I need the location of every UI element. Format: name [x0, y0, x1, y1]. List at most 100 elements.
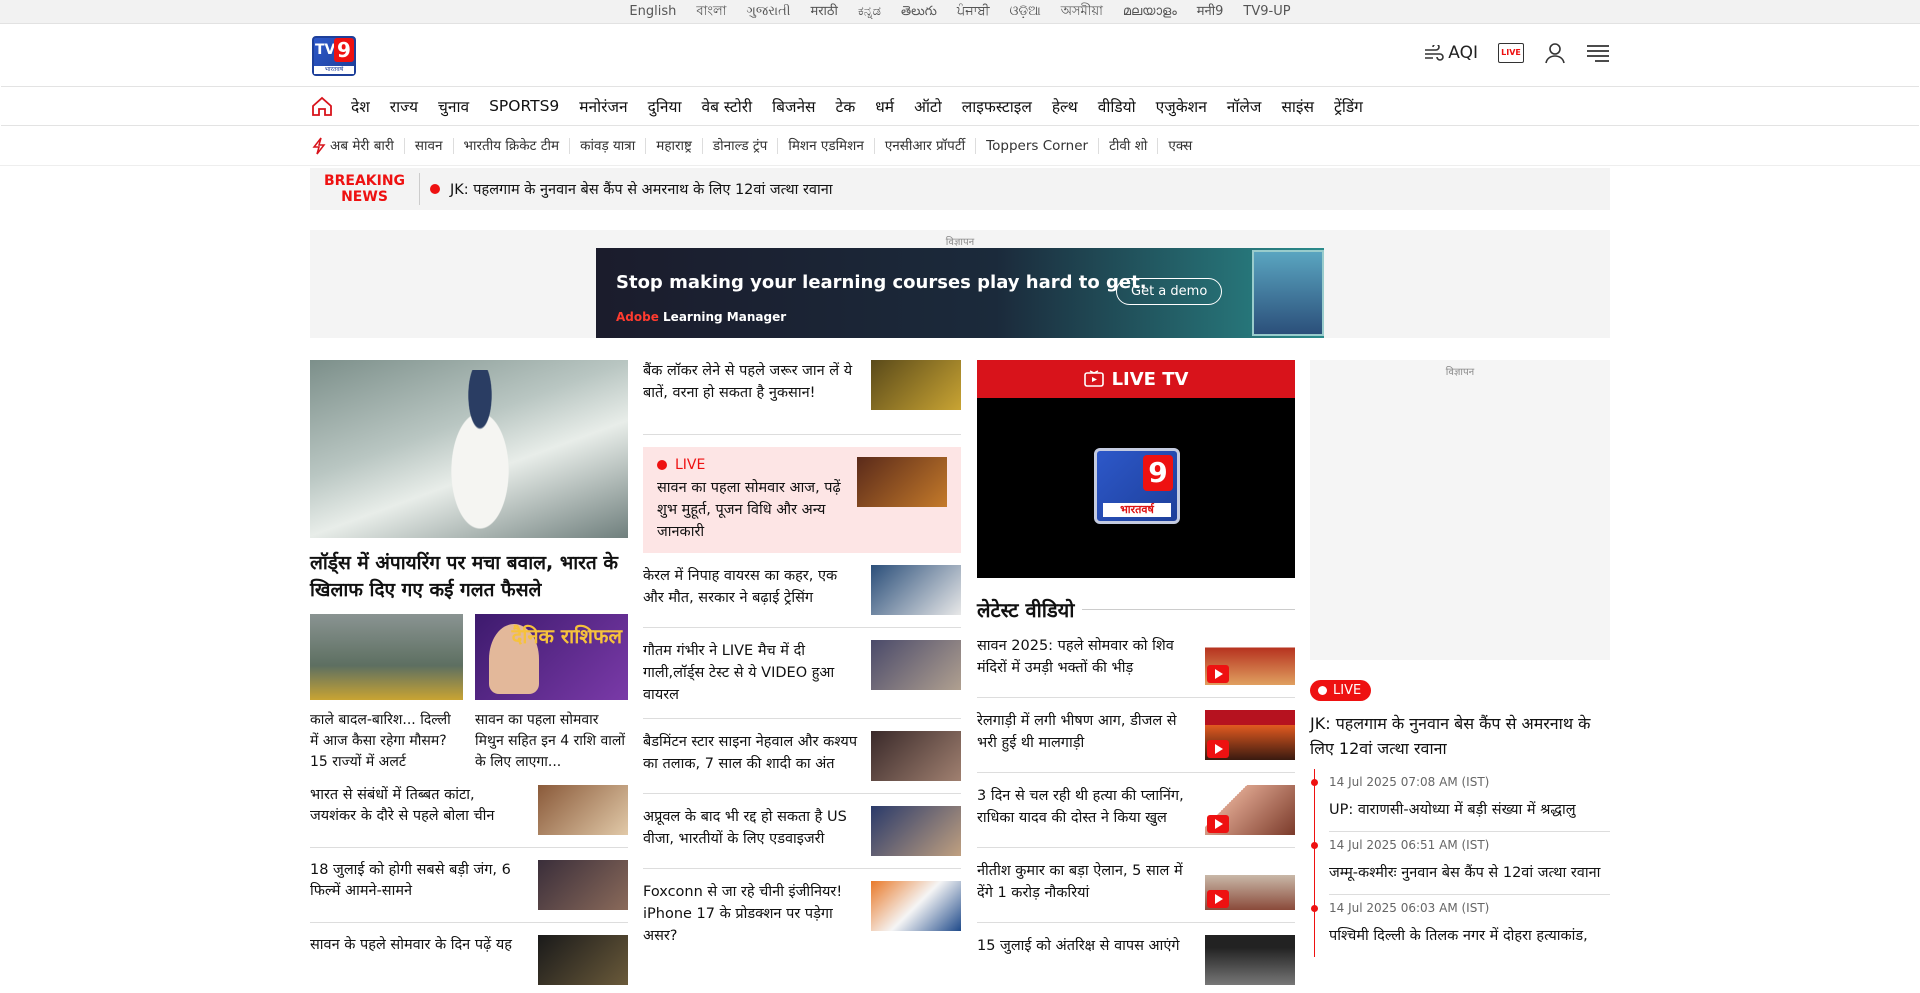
lang-link[interactable]: অসমীয়া: [1051, 0, 1113, 24]
live-tv-header[interactable]: LIVE TV: [977, 360, 1295, 398]
lang-link[interactable]: ଓଡ଼ିଆ: [1000, 0, 1051, 24]
video-item[interactable]: 3 दिन से चल रही थी हत्या की प्लानिंग, रा…: [977, 773, 1295, 848]
home-icon[interactable]: [311, 95, 333, 117]
news-list-column: बैंक लॉकर लेने से पहले जरूर जान लें ये ब…: [643, 360, 961, 971]
trending-item[interactable]: सावन: [403, 137, 453, 154]
card-thumbnail: [310, 614, 463, 700]
nav-item[interactable]: हेल्थ: [1042, 95, 1088, 117]
aqi-button[interactable]: AQI: [1424, 43, 1478, 63]
live-tv-player[interactable]: 9 भारतवर्ष: [977, 398, 1295, 578]
hero-headline[interactable]: लॉर्ड्स में अंपायरिंग पर मचा बवाल, भारत …: [310, 550, 628, 604]
tv9-logo[interactable]: TV 9 भारतवर्ष: [312, 36, 356, 76]
lang-link[interactable]: ਪੰਜਾਬੀ: [947, 0, 1000, 24]
list-item[interactable]: गौतम गंभीर ने LIVE मैच में दी गाली,लॉर्ड…: [643, 640, 961, 719]
list-item[interactable]: बैंक लॉकर लेने से पहले जरूर जान लें ये ब…: [643, 360, 961, 435]
list-item[interactable]: बैडमिंटन स्टार साइना नेहवाल और कश्यप का …: [643, 731, 961, 794]
video-title: रेलगाड़ी में लगी भीषण आग, डीजल से भरी हु…: [977, 713, 1177, 751]
timeline-entry[interactable]: 14 Jul 2025 07:08 AM (IST) UP: वाराणसी-अ…: [1311, 769, 1610, 832]
play-icon: [1207, 815, 1229, 833]
trending-item[interactable]: Toppers Corner: [975, 137, 1098, 154]
trending-item[interactable]: भारतीय क्रिकेट टीम: [452, 137, 570, 154]
live-tv-icon[interactable]: LIVE: [1498, 43, 1524, 63]
breaking-headline[interactable]: JK: पहलगाम के नुनवान बेस कैंप से अमरनाथ …: [450, 179, 833, 199]
ad-cta-button[interactable]: Get a demo: [1116, 278, 1223, 305]
list-item-thumbnail: [871, 806, 961, 856]
lang-link[interactable]: తెలుగు: [891, 0, 947, 24]
trending-item[interactable]: टीवी शो: [1098, 137, 1157, 154]
nav-item[interactable]: वेब स्टोरी: [691, 95, 762, 117]
main-nav: देश राज्य चुनाव SPORTS9 मनोरंजन दुनिया व…: [1, 86, 1919, 126]
list-item[interactable]: केरल में निपाह वायरस का कहर, एक और मौत, …: [643, 565, 961, 628]
lang-link[interactable]: বাংলা: [686, 0, 736, 24]
video-item[interactable]: सावन 2025: पहले सोमवार को शिव मंदिरों मे…: [977, 623, 1295, 698]
nav-item[interactable]: धर्म: [865, 95, 904, 117]
trending-item[interactable]: अब मेरी बारी: [326, 138, 404, 154]
breaking-label: BREAKING NEWS: [310, 173, 420, 205]
ad-banner[interactable]: Stop making your learning courses play h…: [596, 248, 1324, 338]
trending-item[interactable]: महाराष्ट्र: [645, 137, 702, 154]
menu-icon[interactable]: [1586, 44, 1610, 62]
video-title: 15 जुलाई को अंतरिक्ष से वापस आएंगे: [977, 938, 1180, 954]
play-icon: [1207, 740, 1229, 758]
nav-item[interactable]: साइंस: [1271, 95, 1324, 117]
nav-item[interactable]: लाइफस्टाइल: [952, 95, 1042, 117]
ad-label: विज्ञापन: [1445, 367, 1475, 378]
lang-link[interactable]: मराठी: [800, 0, 847, 24]
live-blog-title[interactable]: JK: पहलगाम के नुनवान बेस कैंप से अमरनाथ …: [1310, 711, 1610, 761]
nav-item[interactable]: टेक: [826, 95, 866, 117]
timeline-time: 14 Jul 2025 07:08 AM (IST): [1329, 775, 1490, 789]
nav-item[interactable]: ऑटो: [904, 95, 952, 117]
list-item[interactable]: भारत से संबंधों में तिब्बत कांटा, जयशंकर…: [310, 773, 628, 848]
list-item[interactable]: Foxconn से जा रहे चीनी इंजीनियर! iPhone …: [643, 881, 961, 959]
user-icon[interactable]: [1544, 42, 1566, 64]
lang-link[interactable]: ગુજરાતી: [736, 0, 800, 24]
live-pill-label: LIVE: [1333, 683, 1362, 698]
live-dot-icon: [657, 460, 667, 470]
timeline-entry[interactable]: 14 Jul 2025 06:51 AM (IST) जम्मू-कश्मीरः…: [1311, 832, 1610, 895]
news-card[interactable]: दैनिक राशिफल सावन का पहला सोमवार मिथुन स…: [475, 614, 628, 773]
lang-link[interactable]: TV9-UP: [1233, 0, 1300, 24]
nav-item[interactable]: बिजनेस: [762, 95, 825, 117]
nav-item[interactable]: राज्य: [380, 95, 428, 117]
live-tv-label: LIVE TV: [1111, 368, 1189, 390]
live-story-card[interactable]: LIVE सावन का पहला सोमवार आज, पढ़ें शुभ म…: [643, 447, 961, 553]
trending-item[interactable]: कांवड़ यात्रा: [569, 137, 645, 154]
nav-item[interactable]: नॉलेज: [1217, 95, 1272, 117]
nav-item[interactable]: एजुकेशन: [1146, 95, 1217, 117]
ad-label: विज्ञापन: [945, 237, 975, 248]
trending-item[interactable]: एनसीआर प्रॉपर्टी: [873, 137, 975, 154]
timeline-entry[interactable]: 14 Jul 2025 06:03 AM (IST) पश्चिमी दिल्ल…: [1311, 895, 1610, 957]
nav-item[interactable]: SPORTS9: [479, 97, 569, 115]
nav-item[interactable]: वीडियो: [1088, 95, 1146, 117]
list-item-title: अप्रूवल के बाद भी रद्द हो सकता है US वीज…: [643, 809, 847, 847]
timeline-text: UP: वाराणसी-अयोध्या में बड़ी संख्या में …: [1329, 802, 1576, 818]
video-item[interactable]: रेलगाड़ी में लगी भीषण आग, डीजल से भरी हु…: [977, 698, 1295, 773]
hero-image[interactable]: [310, 360, 628, 538]
lang-link[interactable]: मनी9: [1187, 0, 1234, 24]
list-item-title: बैडमिंटन स्टार साइना नेहवाल और कश्यप का …: [643, 734, 858, 772]
trending-item[interactable]: डोनाल्ड ट्रंप: [701, 137, 777, 154]
news-card[interactable]: काले बादल-बारिश... दिल्ली में आज कैसा रह…: [310, 614, 463, 773]
video-thumbnail: [1205, 710, 1295, 760]
nav-item[interactable]: देश: [341, 95, 380, 117]
list-item[interactable]: सावन के पहले सोमवार के दिन पढ़ें यह: [310, 923, 628, 993]
lang-link[interactable]: ಕನ್ನಡ: [848, 0, 891, 24]
breaking-label-line1: BREAKING: [323, 173, 406, 189]
timeline-time: 14 Jul 2025 06:03 AM (IST): [1329, 901, 1490, 915]
video-item[interactable]: 15 जुलाई को अंतरिक्ष से वापस आएंगे: [977, 923, 1295, 993]
trending-item[interactable]: एक्स: [1157, 137, 1202, 154]
list-item-thumbnail: [538, 935, 628, 985]
nav-item[interactable]: चुनाव: [428, 95, 479, 117]
lang-link[interactable]: English: [619, 0, 686, 24]
nav-item[interactable]: दुनिया: [638, 95, 692, 117]
nav-item[interactable]: ट्रेंडिंग: [1324, 95, 1373, 117]
nav-item[interactable]: मनोरंजन: [569, 95, 637, 117]
live-tv-column: LIVE TV 9 भारतवर्ष लेटेस्ट वीडियो सावन 2…: [977, 360, 1295, 993]
video-item[interactable]: नीतीश कुमार का बड़ा ऐलान, 5 साल में देंग…: [977, 848, 1295, 923]
list-item-title: गौतम गंभीर ने LIVE मैच में दी गाली,लॉर्ड…: [643, 643, 835, 703]
trending-item[interactable]: मिशन एडमिशन: [777, 137, 873, 154]
list-item[interactable]: 18 जुलाई को होगी सबसे बड़ी जंग, 6 फिल्मे…: [310, 848, 628, 923]
list-item[interactable]: अप्रूवल के बाद भी रद्द हो सकता है US वीज…: [643, 806, 961, 869]
card-caption: काले बादल-बारिश... दिल्ली में आज कैसा रह…: [310, 712, 451, 770]
lang-link[interactable]: മലയാളം: [1113, 0, 1187, 24]
